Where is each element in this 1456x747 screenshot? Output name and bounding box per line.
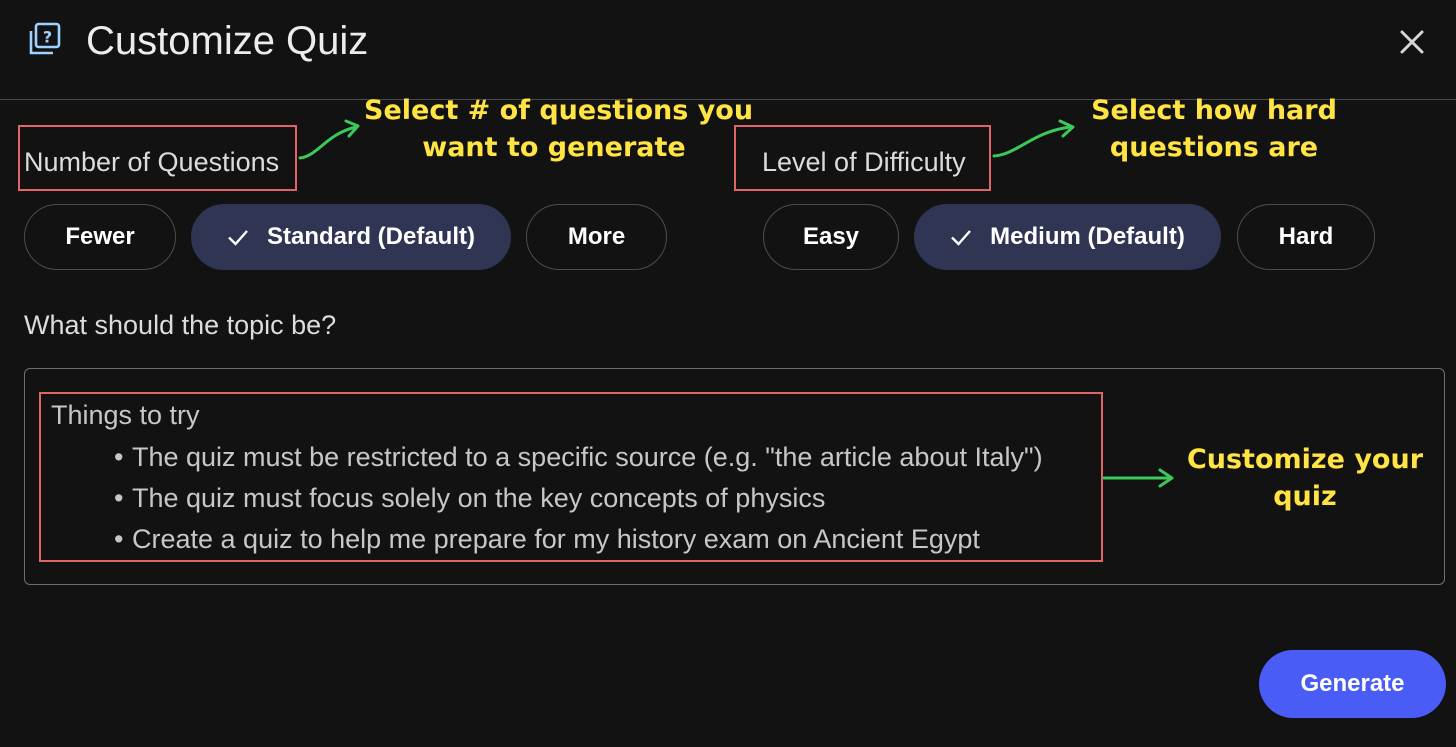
svg-text:?: ? bbox=[43, 28, 52, 47]
hard-option-label: Hard bbox=[1278, 223, 1334, 250]
more-option-label: More bbox=[567, 223, 626, 250]
topic-label: What should the topic be? bbox=[24, 310, 337, 340]
easy-option-label: Easy bbox=[802, 223, 860, 250]
difficulty-arrow-icon bbox=[992, 119, 1075, 158]
annotation-line: questions are bbox=[1109, 132, 1319, 163]
questions-arrow-icon bbox=[298, 119, 360, 160]
dialog-title: Customize Quiz bbox=[86, 19, 369, 63]
standard-option[interactable]: Standard (Default) bbox=[191, 204, 511, 270]
checkmark-icon bbox=[951, 230, 972, 246]
annotation-line: Customize your bbox=[1186, 444, 1424, 475]
quiz-icon: ? bbox=[29, 22, 61, 55]
fewer-option[interactable]: Fewer bbox=[24, 204, 176, 270]
generate-button[interactable]: Generate bbox=[1259, 650, 1446, 718]
annotation-line: quiz bbox=[1273, 481, 1337, 512]
fewer-option-label: Fewer bbox=[65, 223, 135, 250]
suggestion-list: The quiz must be restricted to a specifi… bbox=[114, 437, 1043, 560]
hard-option[interactable]: Hard bbox=[1237, 204, 1375, 270]
difficulty-annotation: Select how hard questions are bbox=[1084, 92, 1344, 166]
more-option[interactable]: More bbox=[526, 204, 667, 270]
placeholder-title: Things to try bbox=[51, 400, 200, 430]
suggestion-item: The quiz must focus solely on the key co… bbox=[114, 478, 1043, 519]
questions-annotation: Select # of questions you want to genera… bbox=[364, 92, 754, 166]
topic-annotation: Customize your quiz bbox=[1180, 441, 1430, 515]
annotation-line: Select # of questions you bbox=[364, 95, 754, 126]
level-of-difficulty-label: Level of Difficulty bbox=[762, 147, 966, 177]
easy-option[interactable]: Easy bbox=[763, 204, 899, 270]
annotation-line: Select how hard bbox=[1091, 95, 1337, 126]
standard-option-label: Standard (Default) bbox=[266, 223, 475, 250]
suggestion-item: The quiz must be restricted to a specifi… bbox=[114, 437, 1043, 478]
annotation-line: want to generate bbox=[422, 132, 686, 163]
medium-option[interactable]: Medium (Default) bbox=[914, 204, 1221, 270]
close-icon[interactable] bbox=[1394, 24, 1430, 60]
medium-option-label: Medium (Default) bbox=[990, 223, 1185, 250]
number-of-questions-label: Number of Questions bbox=[24, 147, 280, 177]
checkmark-icon bbox=[228, 230, 248, 246]
suggestion-item: Create a quiz to help me prepare for my … bbox=[114, 519, 1043, 560]
